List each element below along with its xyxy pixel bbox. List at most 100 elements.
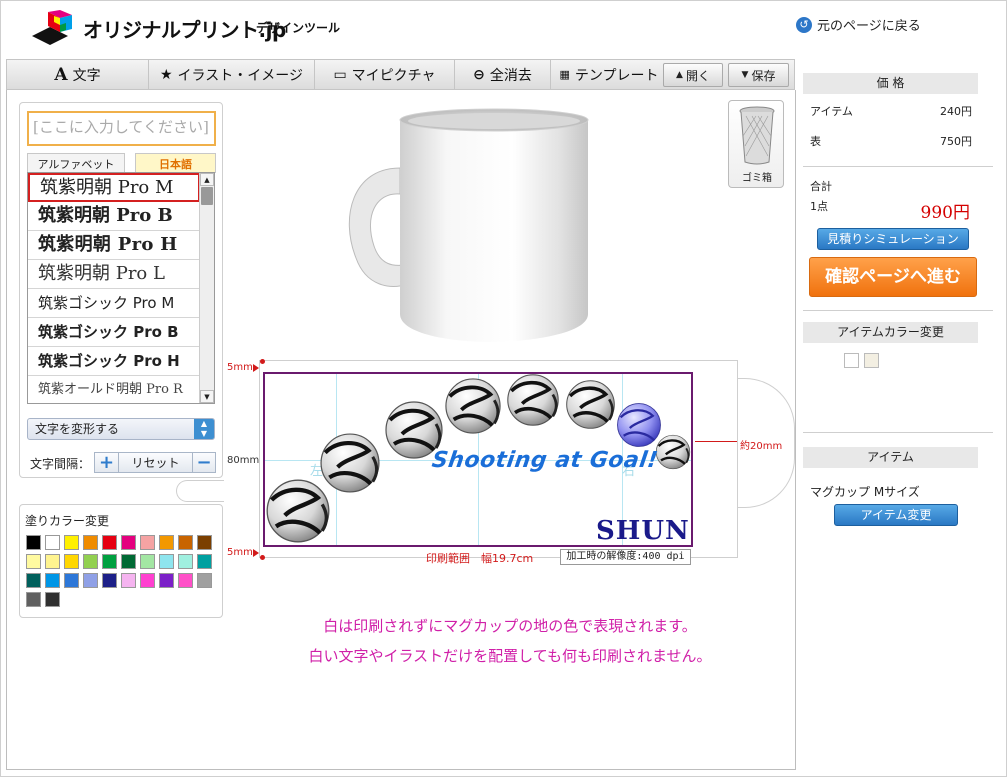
fill-color-swatch[interactable]: [83, 554, 98, 569]
font-item[interactable]: 筑紫明朝 Pro L: [28, 260, 200, 289]
tab-illust[interactable]: ★ イラスト・イメージ: [149, 60, 315, 89]
soccer-ball-icon[interactable]: [267, 480, 329, 542]
font-item[interactable]: 筑紫明朝 Pro H: [28, 231, 200, 260]
dim-5mm-top: 5mm: [227, 362, 253, 373]
scroll-up-icon[interactable]: ▲: [200, 173, 214, 186]
fill-color-swatch[interactable]: [178, 554, 193, 569]
soccer-ball-icon[interactable]: [444, 377, 502, 435]
up-arrow-icon: ▲: [676, 70, 683, 80]
fill-color-swatch[interactable]: [45, 535, 60, 550]
transform-label: 文字を変形する: [35, 422, 120, 436]
dim-5mm-bottom: 5mm: [227, 547, 253, 558]
fill-color-swatch[interactable]: [64, 554, 79, 569]
item-color-swatch-cream[interactable]: [864, 353, 879, 368]
font-item[interactable]: 筑紫ゴシック Pro B: [28, 318, 200, 347]
save-button[interactable]: ▼ 保存: [728, 63, 789, 87]
fill-color-swatch[interactable]: [26, 573, 41, 588]
font-list: 筑紫明朝 Pro M 筑紫明朝 Pro B 筑紫明朝 Pro H 筑紫明朝 Pr…: [27, 172, 215, 404]
soccer-ball-selected-icon[interactable]: [616, 402, 662, 448]
star-icon: ★: [159, 66, 173, 83]
price-row-item: アイテム 240円: [810, 103, 972, 119]
open-button[interactable]: ▲ 開く: [663, 63, 723, 87]
logo-subtitle: デザインツール: [256, 21, 341, 35]
tab-template[interactable]: ▦ テンプレート: [551, 60, 667, 89]
tab-text-label: 文字: [72, 67, 101, 84]
tab-mypicture-label: マイピクチャ: [351, 67, 436, 84]
fill-color-swatch[interactable]: [102, 554, 117, 569]
fill-color-swatch[interactable]: [140, 554, 155, 569]
mug-handle-outline-left: [176, 480, 224, 502]
price-row-front: 表 750円: [810, 133, 972, 149]
fill-color-swatch[interactable]: [159, 573, 174, 588]
spacing-increase-button[interactable]: +: [94, 452, 119, 473]
marker-dot-icon: [260, 555, 265, 560]
fill-color-swatch[interactable]: [45, 554, 60, 569]
print-range-label: 印刷範囲 幅19.7cm: [426, 552, 534, 565]
soccer-ball-icon[interactable]: [655, 434, 691, 470]
logo-cube-icon: [32, 10, 72, 45]
fill-color-swatch[interactable]: [178, 535, 193, 550]
fill-color-swatch[interactable]: [26, 535, 41, 550]
font-list-scrollbar[interactable]: ▲ ▼: [199, 173, 214, 403]
item-price: 240円: [940, 105, 972, 118]
estimate-simulation-button[interactable]: 見積りシミュレーション: [817, 228, 969, 250]
font-item[interactable]: 筑紫明朝 Pro M: [28, 173, 200, 202]
fill-color-swatch[interactable]: [83, 573, 98, 588]
scroll-down-icon[interactable]: ▼: [200, 390, 214, 403]
design-text-shun[interactable]: SHUN: [596, 516, 690, 546]
trash-button[interactable]: ゴミ箱: [728, 100, 784, 188]
tab-japanese[interactable]: 日本語: [135, 153, 216, 173]
confirm-page-button[interactable]: 確認ページへ進む: [809, 257, 977, 297]
item-color-swatch-white[interactable]: [844, 353, 859, 368]
tab-text[interactable]: A 文字: [7, 60, 149, 89]
font-item[interactable]: 筑紫ゴシック Pro H: [28, 347, 200, 376]
fill-color-swatch[interactable]: [197, 573, 212, 588]
clear-all-button[interactable]: ⊖ 全消去: [455, 60, 551, 89]
total-label: 合計: [810, 180, 832, 193]
fill-color-swatch[interactable]: [121, 535, 136, 550]
tab-mypicture[interactable]: ▭ マイピクチャ: [315, 60, 455, 89]
item-label: アイテム: [810, 105, 853, 118]
back-to-original-page-link[interactable]: ↺ 元のページに戻る: [796, 15, 921, 34]
fill-color-swatch[interactable]: [140, 535, 155, 550]
text-input[interactable]: [ここに入力してください]: [27, 111, 216, 146]
fill-color-swatch[interactable]: [121, 573, 136, 588]
fill-color-swatch[interactable]: [64, 573, 79, 588]
text-transform-select[interactable]: 文字を変形する ▲ ▼: [27, 418, 215, 440]
fill-color-swatch[interactable]: [197, 554, 212, 569]
font-item[interactable]: 筑紫ゴシック Pro M: [28, 289, 200, 318]
mug-preview-image: [348, 108, 589, 342]
total-price: 990円: [920, 203, 970, 223]
soccer-ball-icon[interactable]: [506, 373, 560, 427]
fill-color-swatch[interactable]: [26, 554, 41, 569]
font-item[interactable]: 筑紫オールド明朝 Pro R: [28, 376, 200, 403]
spacing-reset-button[interactable]: リセット: [118, 452, 193, 473]
fill-color-swatch[interactable]: [140, 573, 155, 588]
fill-color-swatch[interactable]: [197, 535, 212, 550]
down-arrow-icon: ▼: [741, 70, 749, 80]
fill-color-swatch[interactable]: [159, 554, 174, 569]
fill-color-swatch[interactable]: [45, 592, 60, 607]
fill-color-swatch[interactable]: [102, 535, 117, 550]
item-color-title: アイテムカラー変更: [803, 322, 978, 343]
fill-color-swatch[interactable]: [83, 535, 98, 550]
design-text-shooting[interactable]: Shooting at Goal!: [430, 448, 659, 473]
tab-alphabet[interactable]: アルファベット: [27, 153, 125, 173]
resolution-label: 加工時の解像度:400 dpi: [560, 549, 691, 565]
fill-color-swatch[interactable]: [178, 573, 193, 588]
fill-color-swatch[interactable]: [102, 573, 117, 588]
soccer-ball-icon[interactable]: [565, 379, 616, 430]
fill-color-swatch[interactable]: [45, 573, 60, 588]
item-change-button[interactable]: アイテム変更: [834, 504, 958, 526]
scrollbar-thumb[interactable]: [201, 187, 213, 205]
soccer-ball-icon[interactable]: [321, 434, 379, 492]
dim-80mm: 80mm: [227, 455, 260, 466]
trash-label: ゴミ箱: [742, 173, 772, 184]
fill-color-swatch[interactable]: [121, 554, 136, 569]
fill-color-swatch[interactable]: [64, 535, 79, 550]
fill-color-swatch[interactable]: [26, 592, 41, 607]
spacing-decrease-button[interactable]: −: [192, 452, 216, 473]
item-title: アイテム: [803, 447, 978, 468]
font-item[interactable]: 筑紫明朝 Pro B: [28, 202, 200, 231]
fill-color-swatch[interactable]: [159, 535, 174, 550]
